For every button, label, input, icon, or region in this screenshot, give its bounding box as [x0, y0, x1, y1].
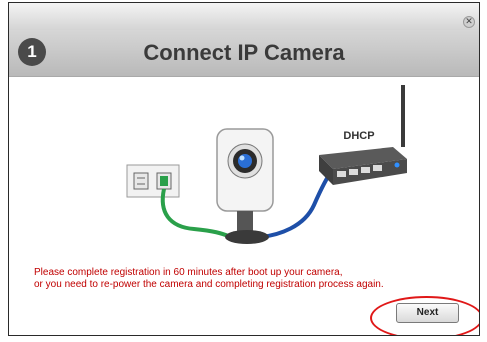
- illustration-svg: DHCP: [126, 85, 407, 244]
- connection-illustration: DHCP: [9, 77, 479, 257]
- close-icon[interactable]: ✕: [463, 16, 475, 28]
- registration-message-line-2: or you need to re-power the camera and c…: [34, 279, 384, 290]
- registration-message: Please complete registration in 60 minut…: [34, 267, 474, 291]
- ip-camera-icon: [216, 128, 274, 244]
- registration-message-line-1: Please complete registration in 60 minut…: [34, 267, 343, 278]
- step-header: 1 Connect IP Camera: [9, 30, 479, 77]
- title-bar: ✕: [9, 3, 479, 30]
- page-title: Connect IP Camera: [143, 40, 345, 65]
- next-button[interactable]: Next: [396, 303, 459, 323]
- connect-camera-dialog: ✕ 1 Connect IP Camera DHCP Please comple…: [8, 2, 480, 336]
- power-outlet-icon: [126, 164, 180, 198]
- router-label: DHCP: [343, 130, 374, 142]
